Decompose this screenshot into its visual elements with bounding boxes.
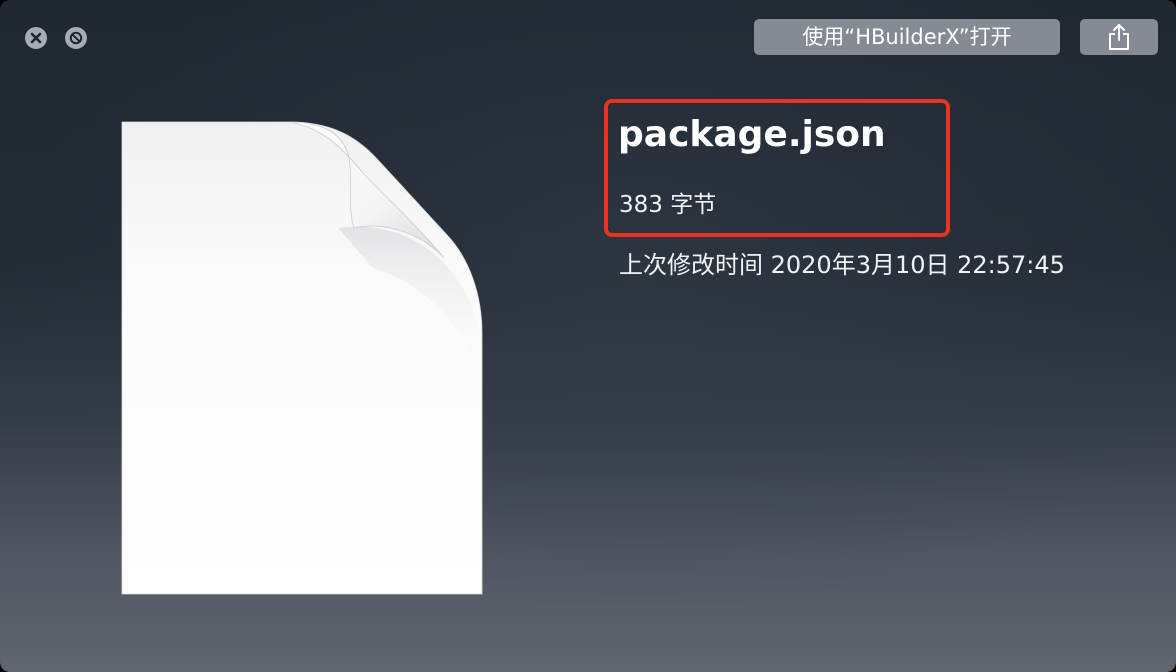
fullscreen-icon[interactable] (65, 27, 87, 49)
share-button[interactable] (1080, 19, 1158, 55)
document-icon (118, 118, 488, 600)
share-icon (1109, 24, 1129, 50)
last-modified: 上次修改时间 2020年3月10日 22:57:45 (619, 251, 1065, 279)
annotation-highlight-box (604, 99, 950, 237)
quick-look-window: 使用“HBuilderX”打开 package.json 383 字节 上次修改… (0, 0, 1176, 672)
close-icon[interactable] (25, 27, 47, 49)
open-with-button[interactable]: 使用“HBuilderX”打开 (754, 19, 1060, 55)
